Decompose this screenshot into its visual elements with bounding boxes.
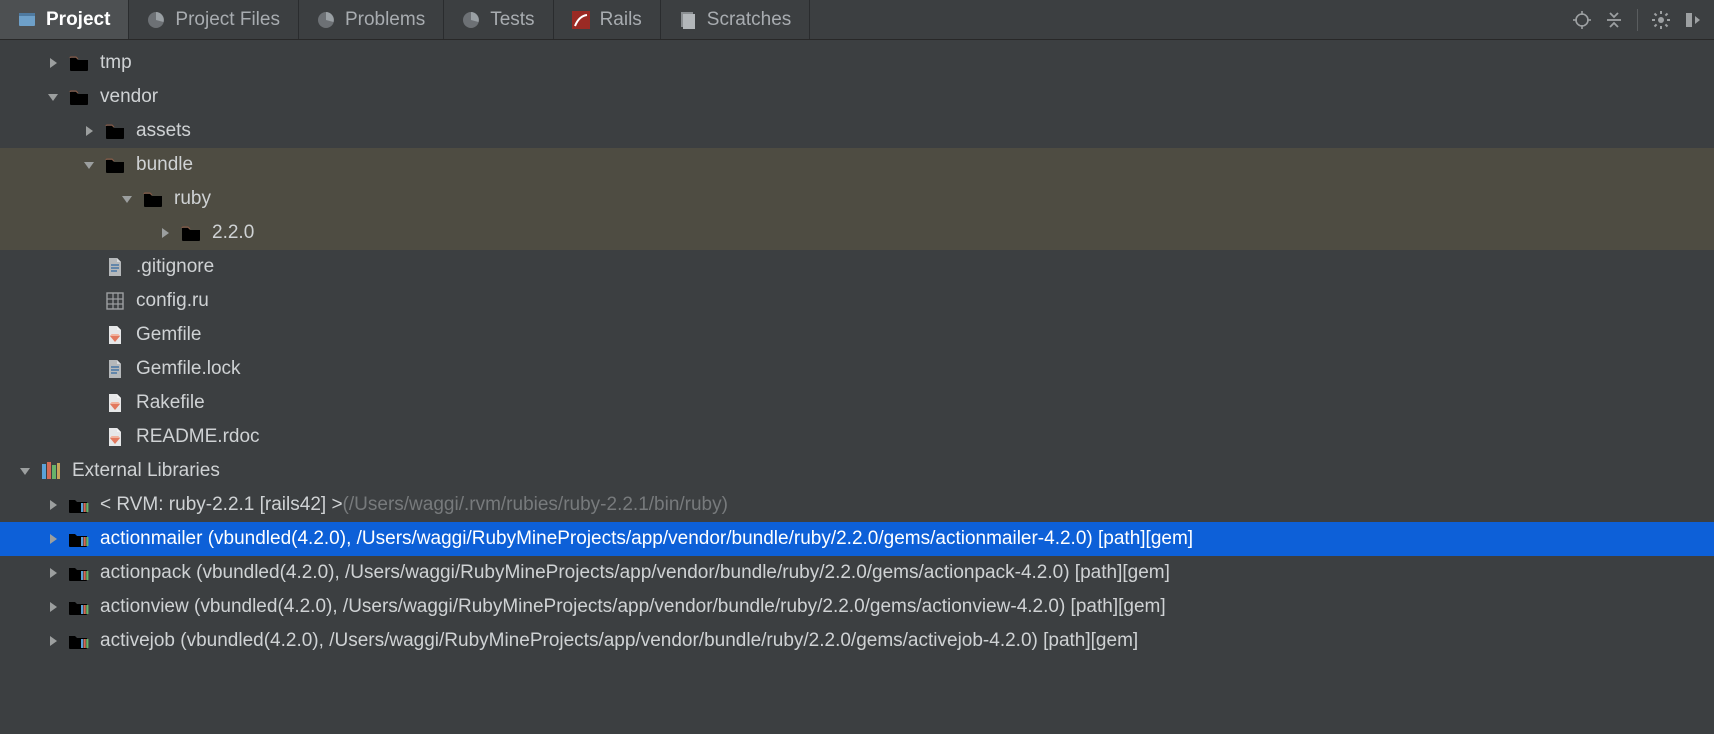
tab-rails[interactable]: Rails xyxy=(554,0,661,39)
library-folder-icon xyxy=(68,596,90,618)
gem-file-icon xyxy=(104,392,126,414)
collapse-arrow-icon[interactable] xyxy=(80,156,98,174)
expand-arrow-icon[interactable] xyxy=(44,564,62,582)
tab-label: Problems xyxy=(345,9,425,31)
tree-row[interactable]: Gemfile xyxy=(0,318,1714,352)
tree-row[interactable]: External Libraries xyxy=(0,454,1714,488)
external-libraries-icon xyxy=(40,460,62,482)
tab-label: Project xyxy=(46,9,110,31)
tree-row-label: Gemfile.lock xyxy=(136,352,241,386)
pie-icon xyxy=(317,11,335,29)
project-tool-toolbar xyxy=(1561,0,1714,39)
library-folder-icon xyxy=(68,528,90,550)
project-icon xyxy=(18,11,36,29)
tree-row-label: .gitignore xyxy=(136,250,214,284)
tree-row-label: actionmailer (vbundled(4.2.0), /Users/wa… xyxy=(100,522,1193,556)
folder-icon xyxy=(180,222,202,244)
folder-icon xyxy=(68,86,90,108)
collapse-arrow-icon[interactable] xyxy=(16,462,34,480)
tree-row-label: ruby xyxy=(174,182,211,216)
tree-row-label: 2.2.0 xyxy=(212,216,254,250)
rails-icon xyxy=(572,11,590,29)
file-icon xyxy=(104,256,126,278)
tab-label: Rails xyxy=(600,9,642,31)
tab-project[interactable]: Project xyxy=(0,0,129,39)
tree-row[interactable]: activejob (vbundled(4.2.0), /Users/waggi… xyxy=(0,624,1714,658)
tree-row-suffix: (/Users/waggi/.rvm/rubies/ruby-2.2.1/bin… xyxy=(343,488,728,522)
tree-row-label: actionview (vbundled(4.2.0), /Users/wagg… xyxy=(100,590,1166,624)
tree-row[interactable]: 2.2.0 xyxy=(0,216,1714,250)
expand-arrow-icon[interactable] xyxy=(44,598,62,616)
tree-row[interactable]: tmp xyxy=(0,46,1714,80)
hide-panel-icon[interactable] xyxy=(1684,11,1702,29)
tree-row-label: actionpack (vbundled(4.2.0), /Users/wagg… xyxy=(100,556,1170,590)
project-tree[interactable]: tmpvendorassetsbundleruby2.2.0.gitignore… xyxy=(0,40,1714,658)
tree-row-label: Gemfile xyxy=(136,318,201,352)
tree-row-label: assets xyxy=(136,114,191,148)
tab-label: Tests xyxy=(490,9,534,31)
folder-icon xyxy=(104,154,126,176)
tree-row[interactable]: config.ru xyxy=(0,284,1714,318)
tree-row[interactable]: .gitignore xyxy=(0,250,1714,284)
pie-icon xyxy=(147,11,165,29)
tree-row-label: vendor xyxy=(100,80,158,114)
scroll-from-source-icon[interactable] xyxy=(1573,11,1591,29)
tree-row-label: activejob (vbundled(4.2.0), /Users/waggi… xyxy=(100,624,1138,658)
toolbar-divider xyxy=(1637,9,1638,31)
tree-row-label: config.ru xyxy=(136,284,209,318)
tab-scratches[interactable]: Scratches xyxy=(661,0,810,39)
tree-row[interactable]: actionpack (vbundled(4.2.0), /Users/wagg… xyxy=(0,556,1714,590)
gem-file-icon xyxy=(104,426,126,448)
expand-arrow-icon[interactable] xyxy=(44,54,62,72)
pie-icon xyxy=(462,11,480,29)
project-tool-tabbar: Project Project Files Problems Tests Rai… xyxy=(0,0,1714,40)
tree-row[interactable]: < RVM: ruby-2.2.1 [rails42] > (/Users/wa… xyxy=(0,488,1714,522)
expand-arrow-icon[interactable] xyxy=(156,224,174,242)
tab-label: Project Files xyxy=(175,9,280,31)
tab-tests[interactable]: Tests xyxy=(444,0,553,39)
tree-row[interactable]: Gemfile.lock xyxy=(0,352,1714,386)
file-icon xyxy=(104,358,126,380)
rack-config-icon xyxy=(104,290,126,312)
tree-row[interactable]: vendor xyxy=(0,80,1714,114)
scratches-icon xyxy=(679,11,697,29)
tree-row[interactable]: ruby xyxy=(0,182,1714,216)
expand-arrow-icon[interactable] xyxy=(44,496,62,514)
library-folder-icon xyxy=(68,494,90,516)
collapse-all-icon[interactable] xyxy=(1605,11,1623,29)
gem-file-icon xyxy=(104,324,126,346)
project-tool-tabs: Project Project Files Problems Tests Rai… xyxy=(0,0,1561,39)
tree-row-label: README.rdoc xyxy=(136,420,260,454)
folder-icon xyxy=(104,120,126,142)
tree-row[interactable]: Rakefile xyxy=(0,386,1714,420)
folder-icon xyxy=(68,52,90,74)
expand-arrow-icon[interactable] xyxy=(44,632,62,650)
tree-row-label: Rakefile xyxy=(136,386,205,420)
collapse-arrow-icon[interactable] xyxy=(44,88,62,106)
tree-row[interactable]: actionmailer (vbundled(4.2.0), /Users/wa… xyxy=(0,522,1714,556)
tree-row-label: bundle xyxy=(136,148,193,182)
collapse-arrow-icon[interactable] xyxy=(118,190,136,208)
tree-row[interactable]: bundle xyxy=(0,148,1714,182)
tree-row-label: External Libraries xyxy=(72,454,220,488)
tree-row[interactable]: README.rdoc xyxy=(0,420,1714,454)
library-folder-icon xyxy=(68,630,90,652)
tree-row[interactable]: actionview (vbundled(4.2.0), /Users/wagg… xyxy=(0,590,1714,624)
tab-label: Scratches xyxy=(707,9,791,31)
tree-row-label: < RVM: ruby-2.2.1 [rails42] > xyxy=(100,488,343,522)
folder-icon xyxy=(142,188,164,210)
gear-icon[interactable] xyxy=(1652,11,1670,29)
expand-arrow-icon[interactable] xyxy=(44,530,62,548)
library-folder-icon xyxy=(68,562,90,584)
tree-row[interactable]: assets xyxy=(0,114,1714,148)
expand-arrow-icon[interactable] xyxy=(80,122,98,140)
tree-row-label: tmp xyxy=(100,46,132,80)
tab-problems[interactable]: Problems xyxy=(299,0,444,39)
tab-project-files[interactable]: Project Files xyxy=(129,0,299,39)
